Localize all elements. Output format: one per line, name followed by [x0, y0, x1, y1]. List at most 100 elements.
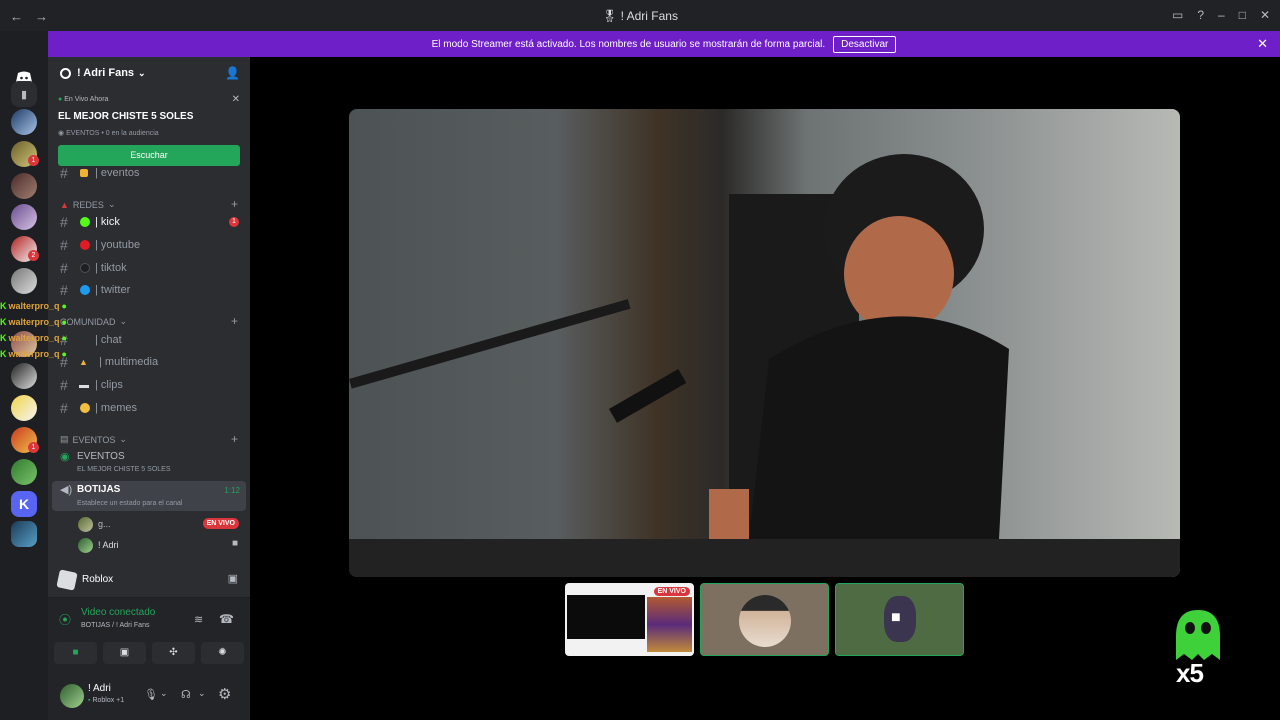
thumbnail-preview: [647, 597, 692, 652]
media-controls: ■ ▣ ✣ ✺: [54, 642, 244, 664]
live-title: EL MEJOR CHISTE 5 SOLES: [58, 111, 194, 122]
channel-youtube[interactable]: # | youtube: [48, 234, 250, 256]
soundboard-button[interactable]: ✺: [201, 642, 244, 664]
chevron-down-icon: ⌄: [119, 434, 127, 444]
folder-icon[interactable]: ▮: [11, 81, 37, 107]
voice-user[interactable]: ! Adri ■: [48, 536, 250, 556]
voice-timer: 1:12: [224, 486, 240, 495]
stream-chat-overlay: Kwalterpro_q ● Kwalterpro_q ● Kwalterpro_q…: [0, 301, 67, 359]
activities-button[interactable]: ✣: [152, 642, 195, 664]
category-eventos[interactable]: ▤ EVENTOS ⌄: [60, 434, 127, 445]
stage-icon: ◉: [60, 451, 70, 463]
avatar[interactable]: [60, 684, 84, 708]
server-icon[interactable]: [11, 173, 37, 199]
avatar: [78, 517, 93, 532]
channel-eventos[interactable]: # | eventos: [48, 165, 250, 181]
avatar: [739, 595, 791, 647]
youtube-logo-icon: [80, 240, 90, 250]
mention-badge: 1: [229, 217, 239, 227]
server-icon[interactable]: [11, 363, 37, 389]
headphones-icon[interactable]: ☊: [181, 688, 191, 701]
banner-text: El modo Streamer está activado. Los nomb…: [431, 38, 826, 50]
stage-icon: ◉: [58, 130, 65, 137]
stream-thumbnail[interactable]: EN VIVO: [565, 583, 694, 656]
channel-kick[interactable]: # | kick 1: [48, 211, 250, 233]
listen-button[interactable]: Escuchar: [58, 145, 240, 166]
stage-channel-eventos[interactable]: ◉ EVENTOS EL MEJOR CHISTE 5 SOLES: [48, 449, 250, 477]
calendar-icon: ▤: [60, 434, 69, 444]
camera-button[interactable]: ■: [54, 642, 97, 664]
microphone-icon[interactable]: 🎙: [144, 688, 158, 701]
controller-icon: ▪: [88, 697, 91, 704]
chevron-down-icon: ⌄: [119, 316, 128, 326]
server-icon[interactable]: [11, 395, 37, 421]
screen-share-icon[interactable]: ▣: [228, 572, 238, 585]
kick-server-icon[interactable]: K: [11, 491, 37, 517]
voice-status-sub: BOTIJAS / ! Adri Fans: [81, 622, 150, 629]
live-meta: EVENTOS • 0 en la audiencia: [66, 130, 159, 137]
user-panel: ! Adri ▪ Roblox +1 🎙 ⌄ ☊ ⌄ ⚙: [48, 676, 250, 720]
close-icon[interactable]: ✕: [1257, 36, 1268, 52]
share-screen-button[interactable]: ▣: [103, 642, 146, 664]
channel-memes[interactable]: # | memes: [48, 397, 250, 419]
bottom-panel: Roblox ▣ ⦿ Video conectado BOTIJAS / ! A…: [48, 562, 250, 720]
user-status: Roblox +1: [92, 697, 125, 704]
close-icon[interactable]: ✕: [232, 94, 240, 105]
minimize-button[interactable]: –: [1218, 8, 1225, 22]
disable-streamer-button[interactable]: Desactivar: [833, 35, 897, 53]
server-icon[interactable]: [11, 268, 37, 294]
emote-icon: ●: [61, 317, 67, 327]
noise-suppression-icon[interactable]: ≋: [194, 613, 203, 626]
unread-badge: 1: [28, 155, 39, 166]
title-bar: ← → 🎖 ! Adri Fans ▭ ? – □ ✕: [0, 0, 1280, 31]
server-badge-icon: [60, 67, 71, 79]
unread-badge: 2: [28, 250, 39, 261]
main-video-stream[interactable]: [349, 109, 1180, 577]
voice-user[interactable]: g... EN VIVO: [48, 515, 250, 535]
help-icon[interactable]: ?: [1197, 8, 1204, 22]
twitter-logo-icon: [80, 285, 90, 295]
chevron-down-icon[interactable]: ⌄: [198, 688, 206, 699]
inbox-icon[interactable]: ▭: [1172, 8, 1183, 22]
live-badge: EN VIVO: [202, 518, 239, 529]
camera-icon: ▬: [79, 379, 89, 391]
server-header[interactable]: ! Adri Fans ⌄ 👤: [48, 57, 250, 89]
close-window-button[interactable]: ✕: [1260, 8, 1270, 22]
server-icon[interactable]: [11, 521, 37, 547]
streamer-mode-banner: El modo Streamer está activado. Los nomb…: [48, 31, 1280, 57]
stream-video-frame: [349, 154, 1180, 577]
participant-tile[interactable]: [700, 583, 829, 656]
set-status-link[interactable]: Establece un estado para el canal: [77, 500, 182, 507]
chevron-down-icon: ⌄: [107, 199, 116, 209]
category-redes[interactable]: ▲ REDES ⌄: [60, 199, 115, 210]
thumbnail-preview: [567, 595, 645, 639]
multiplier-text: x5: [1176, 658, 1204, 688]
add-channel-icon[interactable]: +: [231, 197, 238, 211]
avatar: [78, 538, 93, 553]
maximize-button[interactable]: □: [1239, 8, 1246, 22]
video-camera-icon: ■: [891, 609, 901, 626]
window-title: 🎖 ! Adri Fans: [602, 9, 678, 23]
participant-tile[interactable]: ■: [835, 583, 964, 656]
roblox-icon: [56, 569, 78, 591]
channel-clips[interactable]: # ▬ | clips: [48, 374, 250, 396]
siren-icon: ▲: [60, 199, 69, 210]
chevron-down-icon[interactable]: ⌄: [160, 688, 168, 699]
channel-tiktok[interactable]: # | tiktok: [48, 257, 250, 279]
kick-logo-icon: K: [0, 301, 7, 311]
server-icon[interactable]: [11, 109, 37, 135]
activity-row[interactable]: Roblox ▣: [48, 562, 250, 598]
kick-logo-icon: K: [0, 317, 7, 327]
video-camera-icon: ■: [231, 538, 238, 549]
mascot-overlay: x5: [1170, 608, 1226, 692]
kick-logo-icon: [80, 217, 90, 227]
settings-gear-icon[interactable]: ⚙: [218, 685, 231, 703]
disconnect-icon[interactable]: ☎: [219, 612, 234, 626]
server-icon[interactable]: [11, 459, 37, 485]
add-channel-icon[interactable]: +: [231, 314, 238, 328]
add-member-icon[interactable]: 👤: [225, 66, 240, 80]
add-channel-icon[interactable]: +: [231, 432, 238, 446]
server-list: ▮ 1 2 1 K: [0, 31, 48, 720]
server-icon[interactable]: [11, 204, 37, 230]
voice-channel-botijas[interactable]: ◀) BOTIJAS 1:12 Establece un estado para…: [52, 481, 246, 511]
